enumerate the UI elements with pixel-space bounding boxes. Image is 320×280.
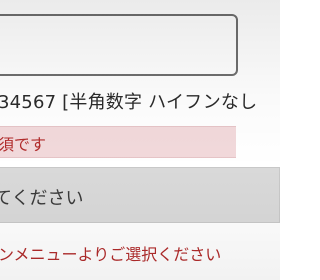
select-placeholder: てください bbox=[0, 188, 84, 209]
phone-format-hint: 34567 [半角数字 ハイフンなし bbox=[0, 92, 258, 113]
error-message: 須です bbox=[0, 135, 47, 154]
phone-input[interactable] bbox=[0, 14, 238, 76]
select-helper-text: ンメニューよりご選択ください bbox=[0, 245, 222, 264]
